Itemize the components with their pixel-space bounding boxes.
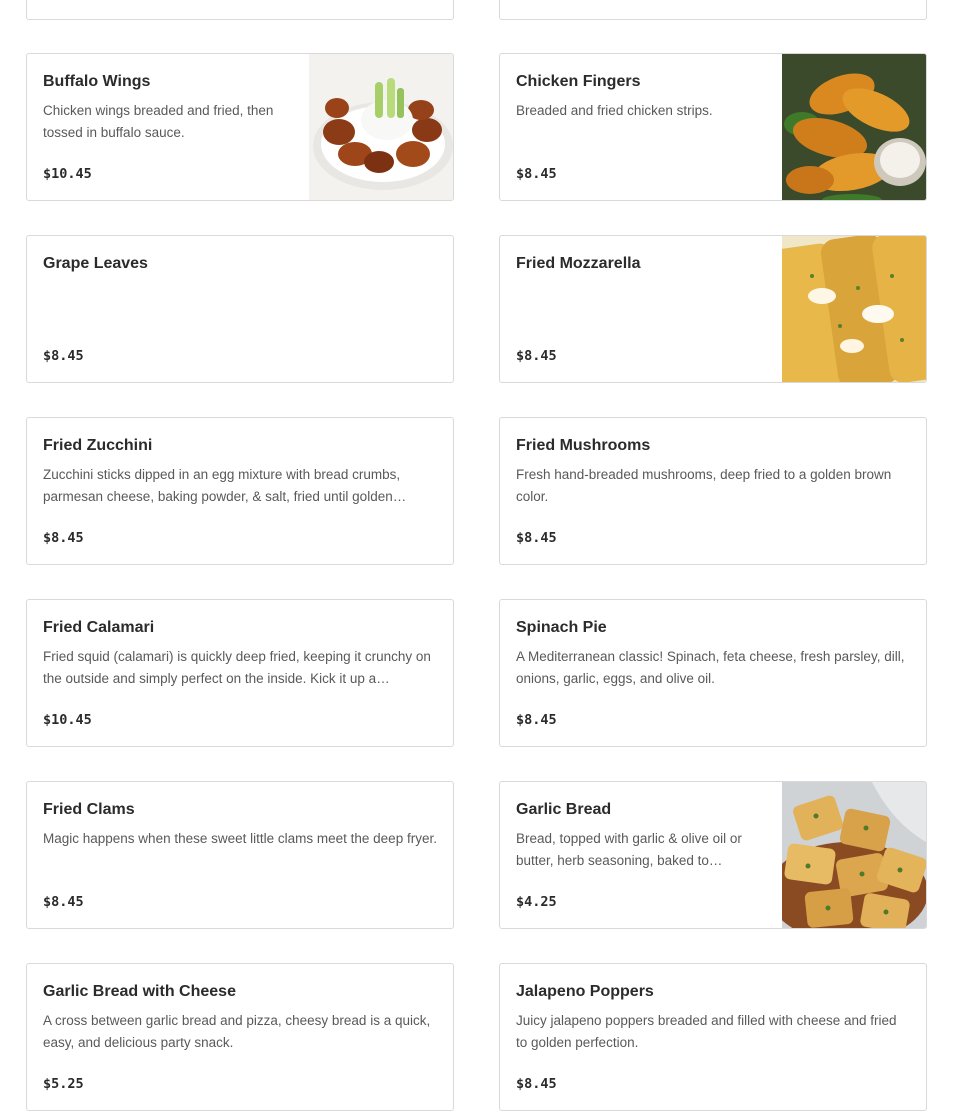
menu-item-price: $8.45 <box>516 1076 557 1092</box>
menu-item-card[interactable]: Garlic Bread Bread, topped with garlic &… <box>499 781 927 929</box>
menu-item-name: Grape Leaves <box>43 255 148 272</box>
menu-item-name: Jalapeno Poppers <box>516 983 654 1000</box>
chicken-fingers-photo <box>782 54 926 200</box>
menu-item-price: $8.45 <box>43 894 84 910</box>
menu-item-description: A cross between garlic bread and pizza, … <box>43 1013 431 1050</box>
menu-item-description: Zucchini sticks dipped in an egg mixture… <box>43 467 407 504</box>
menu-item-description: Juicy jalapeno poppers breaded and fille… <box>516 1013 897 1050</box>
menu-item-name: Garlic Bread <box>516 801 612 818</box>
menu-item-price: $8.45 <box>516 348 557 364</box>
menu-item-info: Buffalo Wings Chicken wings breaded and … <box>43 54 293 200</box>
menu-item-price: $4.25 <box>516 894 557 910</box>
menu-item-card[interactable]: Fried Mushrooms Fresh hand-breaded mushr… <box>499 417 927 565</box>
menu-item-info: Chicken Fingers Breaded and fried chicke… <box>516 54 766 200</box>
menu-item-name: Garlic Bread with Cheese <box>43 983 236 1000</box>
menu-item-info: Spinach Pie A Mediterranean classic! Spi… <box>516 600 910 746</box>
menu-item-name: Fried Mushrooms <box>516 437 651 454</box>
menu-item-card-partial[interactable] <box>499 0 927 20</box>
menu-item-card[interactable]: Buffalo Wings Chicken wings breaded and … <box>26 53 454 201</box>
menu-item-card[interactable]: Garlic Bread with Cheese A cross between… <box>26 963 454 1111</box>
menu-item-info: Fried Mozzarella $8.45 <box>516 236 766 382</box>
menu-item-info: Jalapeno Poppers Juicy jalapeno poppers … <box>516 964 910 1110</box>
menu-item-name: Fried Zucchini <box>43 437 153 454</box>
menu-item-price: $8.45 <box>43 530 84 546</box>
menu-item-info: Grape Leaves $8.45 <box>43 236 437 382</box>
menu-item-description: Fresh hand-breaded mushrooms, deep fried… <box>516 467 892 504</box>
menu-item-description: Breaded and fried chicken strips. <box>516 103 713 118</box>
menu-item-name: Fried Mozzarella <box>516 255 641 272</box>
menu-item-name: Chicken Fingers <box>516 73 641 90</box>
menu-item-card[interactable]: Fried Calamari Fried squid (calamari) is… <box>26 599 454 747</box>
menu-item-card-partial[interactable] <box>26 0 454 20</box>
menu-item-card[interactable]: Fried Mozzarella $8.45 <box>499 235 927 383</box>
menu-item-price: $8.45 <box>516 712 557 728</box>
menu-item-card[interactable]: Spinach Pie A Mediterranean classic! Spi… <box>499 599 927 747</box>
menu-item-description: Fried squid (calamari) is quickly deep f… <box>43 649 431 686</box>
buffalo-wings-photo <box>309 54 453 200</box>
menu-item-price: $10.45 <box>43 166 92 182</box>
menu-item-info: Garlic Bread with Cheese A cross between… <box>43 964 437 1110</box>
menu-item-price: $5.25 <box>43 1076 84 1092</box>
menu-item-name: Buffalo Wings <box>43 73 151 90</box>
menu-item-card[interactable]: Jalapeno Poppers Juicy jalapeno poppers … <box>499 963 927 1111</box>
menu-item-description: A Mediterranean classic! Spinach, feta c… <box>516 649 905 686</box>
menu-item-card[interactable]: Grape Leaves $8.45 <box>26 235 454 383</box>
garlic-bread-photo <box>782 782 926 928</box>
menu-item-card[interactable]: Chicken Fingers Breaded and fried chicke… <box>499 53 927 201</box>
menu-item-info: Garlic Bread Bread, topped with garlic &… <box>516 782 766 928</box>
menu-item-card[interactable]: Fried Zucchini Zucchini sticks dipped in… <box>26 417 454 565</box>
menu-item-card[interactable]: Fried Clams Magic happens when these swe… <box>26 781 454 929</box>
menu-item-name: Fried Calamari <box>43 619 155 636</box>
menu-item-info: Fried Calamari Fried squid (calamari) is… <box>43 600 437 746</box>
menu-item-description: Magic happens when these sweet little cl… <box>43 831 437 846</box>
menu-item-info: Fried Mushrooms Fresh hand-breaded mushr… <box>516 418 910 564</box>
menu-item-description: Bread, topped with garlic & olive oil or… <box>516 831 742 868</box>
menu-item-info: Fried Clams Magic happens when these swe… <box>43 782 437 928</box>
menu-item-name: Spinach Pie <box>516 619 607 636</box>
menu-item-name: Fried Clams <box>43 801 135 818</box>
menu-item-price: $8.45 <box>516 530 557 546</box>
menu-item-info: Fried Zucchini Zucchini sticks dipped in… <box>43 418 437 564</box>
menu-item-description: Chicken wings breaded and fried, then to… <box>43 103 274 140</box>
menu-item-price: $8.45 <box>43 348 84 364</box>
menu-item-price: $10.45 <box>43 712 92 728</box>
menu-item-price: $8.45 <box>516 166 557 182</box>
fried-mozzarella-photo <box>782 236 926 382</box>
